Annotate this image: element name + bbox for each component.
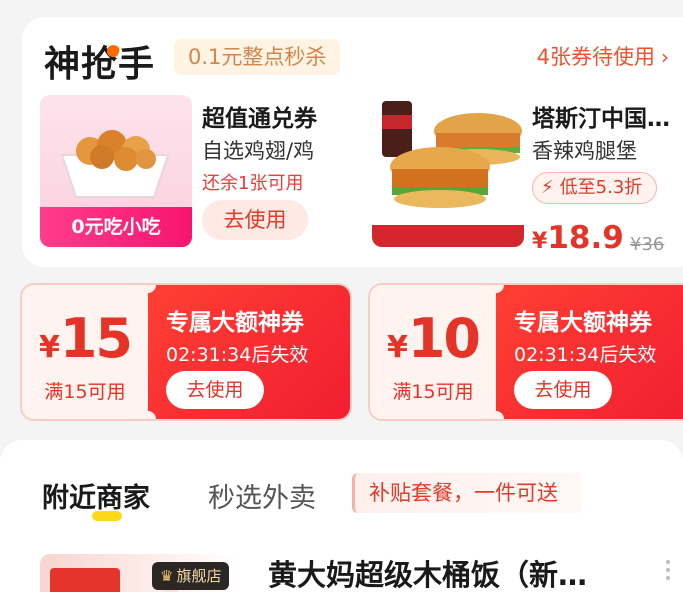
coupons-pending-label: 4张券待使用 <box>536 45 655 69</box>
coupon-info-panel: 专属大额神券 02:31:34后失效 去使用 <box>140 285 350 419</box>
coupon-title: 专属大额神券 <box>166 310 304 336</box>
big-coupon[interactable]: ¥15 满15可用 专属大额神券 02:31:34后失效 去使用 <box>20 283 352 421</box>
deal2-currency: ¥ <box>532 229 548 254</box>
coupon-amount-value: 10 <box>407 307 481 370</box>
coupons-pending-link[interactable]: 4张券待使用 › <box>537 42 669 72</box>
coupon-timer: 02:31:34后失效 <box>166 344 309 366</box>
coupon-title: 专属大额神券 <box>514 310 652 336</box>
coupon-use-button[interactable]: 去使用 <box>166 371 264 409</box>
coupon-condition: 满15可用 <box>44 381 126 403</box>
flagship-badge: ♛ 旗舰店 <box>152 562 230 590</box>
deal1-use-button[interactable]: 去使用 <box>202 200 308 240</box>
deal1-image[interactable]: 0元吃小吃 <box>40 95 192 247</box>
deal2-subtitle: 香辣鸡腿堡 <box>532 139 637 163</box>
tab-active-indicator <box>92 511 122 521</box>
fried-chicken-icon <box>60 130 170 198</box>
deal1-subtitle: 自选鸡翅/鸡 <box>202 139 315 163</box>
deal2-title[interactable]: 塔斯汀中国… <box>532 99 683 133</box>
flagship-badge-label: 旗舰店 <box>176 567 222 585</box>
shop-name[interactable]: 黄大妈超级木桶饭（新… <box>268 552 587 592</box>
coupon-info-panel: 专属大额神券 02:31:34后失效 去使用 <box>488 285 683 419</box>
deal1-title[interactable]: 超值通兑券 <box>202 99 352 133</box>
more-options-icon[interactable] <box>665 560 671 584</box>
coupon-condition: 满15可用 <box>392 381 474 403</box>
deal1-banner: 0元吃小吃 <box>40 207 192 247</box>
deal2-price: ¥18.9 <box>532 220 624 256</box>
flash-sale-subtitle[interactable]: 0.1元整点秒杀 <box>174 39 341 75</box>
deal1-remaining: 还余1张可用 <box>202 173 304 194</box>
coupon-amount: ¥10 <box>370 307 496 370</box>
subsidy-promo-tag[interactable]: 补贴套餐，一件可送 <box>352 473 582 513</box>
deal2-discount-tag: ⚡ 低至5.3折 <box>532 172 658 204</box>
flash-sale-card: 神抢手 0.1元整点秒杀 4张券待使用 › 0元吃小吃 超值通兑券 自选鸡翅/鸡 … <box>22 17 683 267</box>
big-coupon[interactable]: ¥10 满15可用 专属大额神券 02:31:34后失效 去使用 <box>368 283 683 421</box>
coupon-amount-value: 15 <box>59 307 133 370</box>
coupon-timer: 02:31:34后失效 <box>514 344 657 366</box>
tab-quick-delivery[interactable]: 秒选外卖 <box>208 476 316 515</box>
coupon-currency: ¥ <box>386 330 408 365</box>
nearby-section: 附近商家 秒选外卖 补贴套餐，一件可送 ♛ 旗舰店 黄大妈超级木桶饭（新… <box>0 440 683 592</box>
deal2-image[interactable] <box>372 95 524 247</box>
coupon-use-button[interactable]: 去使用 <box>514 371 612 409</box>
chevron-right-icon: › <box>661 45 669 69</box>
lightning-icon: ⚡ <box>541 177 554 198</box>
crown-icon: ♛ <box>160 567 174 585</box>
deal2-original-price: ¥36 <box>630 234 665 255</box>
burger-icon <box>372 101 524 247</box>
deal2-price-value: 18.9 <box>547 220 624 256</box>
coupon-currency: ¥ <box>38 330 60 365</box>
flash-sale-brand: 神抢手 <box>44 44 156 85</box>
deal2-discount: 低至5.3折 <box>559 177 643 198</box>
coupon-amount-panel: ¥15 满15可用 <box>22 285 148 419</box>
coupon-amount-panel: ¥10 满15可用 <box>370 285 496 419</box>
coupon-amount: ¥15 <box>22 307 148 370</box>
tab-nearby-merchants[interactable]: 附近商家 <box>42 476 150 515</box>
